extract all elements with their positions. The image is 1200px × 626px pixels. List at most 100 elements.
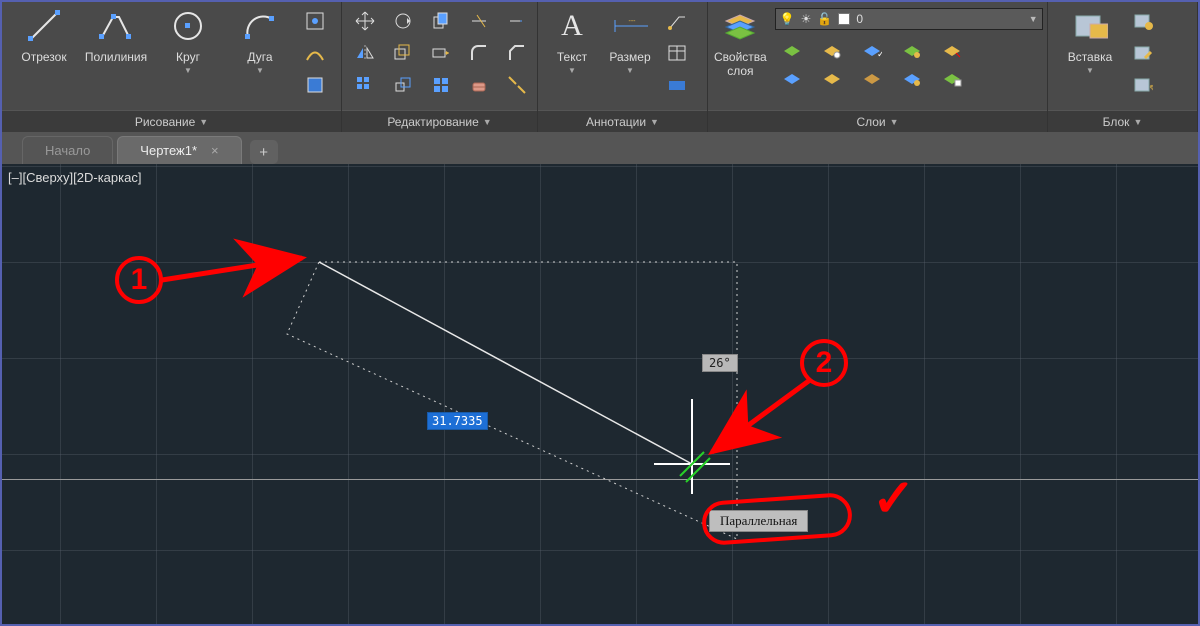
tool-arc[interactable]: Дуга ▼ — [224, 6, 296, 75]
tool-dim-label: Размер — [609, 50, 650, 64]
draw-extra-1[interactable] — [302, 8, 328, 34]
tool-circle[interactable]: Круг ▼ — [152, 6, 224, 75]
layer-props-icon — [722, 8, 758, 44]
block-edit[interactable] — [1130, 40, 1156, 66]
tab-drawing-1-label: Чертеж1* — [140, 143, 197, 158]
text-icon: A — [554, 8, 590, 44]
layer-selector[interactable]: 💡 ☀ 🔓 0 ▼ — [775, 8, 1043, 30]
modify-buttons — [348, 6, 538, 102]
svg-text:✎: ✎ — [1149, 84, 1153, 94]
callout-check: ✓ — [872, 469, 916, 529]
panel-layers: Свойства слоя 💡 ☀ 🔓 0 ▼ ✓ — [708, 2, 1048, 132]
panel-modify-title-text: Редактирование — [387, 115, 478, 129]
tool-text-label: Текст — [557, 50, 587, 64]
chevron-down-icon: ▼ — [483, 117, 492, 127]
chevron-down-icon: ▼ — [1133, 117, 1142, 127]
tab-home[interactable]: Начало — [22, 136, 113, 164]
callout-1-text: 1 — [131, 263, 148, 297]
panel-modify-title[interactable]: Редактирование ▼ — [342, 110, 537, 132]
chevron-down-icon: ▼ — [650, 117, 659, 127]
layer-tool-1[interactable] — [779, 38, 805, 64]
tool-polyline[interactable]: Полилиния — [80, 6, 152, 64]
tool-dimension[interactable]: --- Размер ▼ — [600, 6, 660, 75]
lock-icon: 🔓 — [817, 12, 832, 26]
chevron-down-icon: ▼ — [184, 66, 192, 75]
block-attr[interactable]: ✎ — [1130, 72, 1156, 98]
layer-tool-6[interactable] — [859, 66, 885, 92]
panel-annot-title-text: Аннотации — [586, 115, 646, 129]
sun-icon: ☀ — [801, 12, 812, 26]
line-icon — [26, 8, 62, 44]
panel-block: Вставка ▼ ✎ Блок ▼ — [1048, 2, 1198, 132]
layer-tool-7[interactable] — [899, 38, 925, 64]
callout-marker-2: 2 — [800, 339, 848, 387]
tool-explode[interactable] — [428, 72, 454, 98]
circle-icon — [170, 8, 206, 44]
tool-fillet[interactable] — [466, 40, 492, 66]
tool-move[interactable] — [352, 8, 378, 34]
chevron-down-icon: ▼ — [568, 66, 576, 75]
tool-copy[interactable] — [428, 8, 454, 34]
chevron-down-icon: ▼ — [1029, 14, 1038, 24]
panel-layers-title-text: Слои — [856, 115, 885, 129]
callout-marker-1: 1 — [115, 256, 163, 304]
chevron-down-icon: ▼ — [256, 66, 264, 75]
tool-chamfer[interactable] — [504, 40, 530, 66]
layer-tool-4[interactable] — [819, 66, 845, 92]
tool-circle-label: Круг — [176, 50, 200, 64]
layer-tool-3[interactable] — [819, 38, 845, 64]
annot-leader[interactable] — [664, 8, 690, 34]
tool-array[interactable] — [352, 72, 378, 98]
dynamic-angle-readout: 26° — [702, 354, 738, 372]
chevron-down-icon: ▼ — [1086, 66, 1094, 75]
layer-tool-5[interactable]: ✓ — [859, 38, 885, 64]
tool-line[interactable]: Отрезок — [8, 6, 80, 64]
tool-mirror[interactable] — [352, 40, 378, 66]
bulb-icon: 💡 — [780, 12, 795, 26]
panel-block-title-text: Блок — [1103, 115, 1130, 129]
drawing-viewport[interactable]: [–][Сверху][2D-каркас] 31.7335 26° Парал… — [2, 164, 1198, 624]
tool-offset[interactable] — [390, 40, 416, 66]
svg-text:✓: ✓ — [877, 49, 882, 59]
layer-tool-9[interactable] — [939, 38, 965, 64]
tool-insert[interactable]: Вставка ▼ — [1054, 6, 1126, 75]
new-tab-button[interactable]: + — [250, 140, 278, 164]
tool-insert-label: Вставка — [1068, 50, 1113, 64]
panel-block-title[interactable]: Блок ▼ — [1048, 110, 1197, 132]
panel-layers-title[interactable]: Слои ▼ — [708, 110, 1047, 132]
tool-stretch[interactable] — [428, 40, 454, 66]
annot-field[interactable] — [664, 72, 690, 98]
annot-extra — [660, 6, 694, 102]
draw-extra-2[interactable] — [302, 40, 328, 66]
tool-trim[interactable] — [466, 8, 492, 34]
tool-text[interactable]: A Текст ▼ — [544, 6, 600, 75]
panel-draw-title[interactable]: Рисование ▼ — [2, 110, 341, 132]
draw-extra-3[interactable] — [302, 72, 328, 98]
document-tabs: Начало Чертеж1* × + — [2, 132, 1198, 164]
chevron-down-icon: ▼ — [626, 66, 634, 75]
block-create[interactable] — [1130, 8, 1156, 34]
tool-arc-label: Дуга — [247, 50, 272, 64]
tool-extend[interactable] — [504, 8, 530, 34]
drawing-geometry — [2, 164, 1198, 624]
panel-annotation: A Текст ▼ --- Размер ▼ Аннотации ▼ — [538, 2, 708, 132]
tool-polyline-label: Полилиния — [85, 50, 147, 64]
callout-2-text: 2 — [816, 346, 833, 380]
layer-tool-2[interactable] — [779, 66, 805, 92]
layer-properties[interactable]: Свойства слоя — [714, 6, 767, 78]
panel-draw: Отрезок Полилиния Круг ▼ Дуга ▼ — [2, 2, 342, 132]
tool-break[interactable] — [504, 72, 530, 98]
color-swatch — [838, 13, 850, 25]
layer-tool-10[interactable] — [939, 66, 965, 92]
annot-table[interactable] — [664, 40, 690, 66]
dynamic-distance-input[interactable]: 31.7335 — [427, 412, 488, 430]
tool-rotate[interactable] — [390, 8, 416, 34]
tab-drawing-1[interactable]: Чертеж1* × — [117, 136, 241, 164]
close-icon[interactable]: × — [211, 143, 219, 158]
tool-scale[interactable] — [390, 72, 416, 98]
layer-tool-8[interactable] — [899, 66, 925, 92]
tool-line-label: Отрезок — [21, 50, 66, 64]
panel-annot-title[interactable]: Аннотации ▼ — [538, 110, 707, 132]
dimension-icon: --- — [612, 8, 648, 44]
tool-erase[interactable] — [466, 72, 492, 98]
